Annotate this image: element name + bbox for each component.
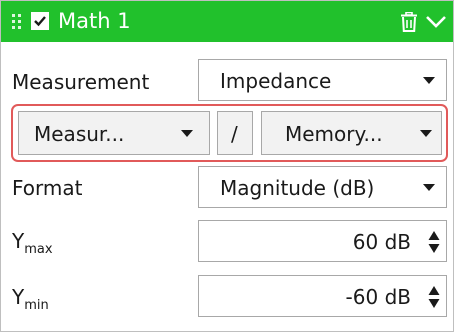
measurement-dropdown[interactable]: Impedance bbox=[198, 59, 447, 101]
operator-box: / bbox=[217, 111, 253, 155]
denominator-value: Memory... bbox=[285, 122, 383, 146]
denominator-dropdown[interactable]: Memory... bbox=[261, 111, 442, 155]
ymin-input[interactable]: -60 dB bbox=[198, 275, 447, 317]
numerator-dropdown[interactable]: Measur... bbox=[18, 111, 210, 155]
measurement-label: Measurement bbox=[12, 70, 150, 94]
format-label: Format bbox=[12, 176, 83, 200]
trash-icon[interactable] bbox=[400, 11, 418, 32]
panel-header: Math 1 bbox=[1, 1, 453, 42]
chevron-down-icon bbox=[181, 130, 193, 137]
format-dropdown[interactable]: Magnitude (dB) bbox=[198, 166, 447, 208]
ymax-label: Ymax bbox=[12, 229, 53, 257]
chevron-down-icon bbox=[423, 184, 435, 191]
math-panel: Math 1 Measurement Impedance Measur... / bbox=[0, 0, 454, 332]
format-value: Magnitude (dB) bbox=[220, 176, 375, 200]
chevron-down-icon[interactable] bbox=[425, 14, 447, 30]
measurement-value: Impedance bbox=[220, 69, 332, 93]
ymax-input[interactable]: 60 dB bbox=[198, 220, 447, 262]
ymax-value: 60 dB bbox=[352, 230, 411, 254]
operator-value: / bbox=[231, 122, 238, 146]
ymin-label: Ymin bbox=[12, 285, 49, 313]
spinner-icon[interactable] bbox=[428, 285, 440, 309]
panel-title: Math 1 bbox=[58, 9, 131, 33]
enable-checkbox[interactable] bbox=[31, 12, 49, 30]
chevron-down-icon bbox=[420, 130, 432, 137]
numerator-value: Measur... bbox=[34, 122, 125, 146]
spinner-icon[interactable] bbox=[428, 230, 440, 254]
ymin-value: -60 dB bbox=[345, 285, 411, 309]
drag-grip-icon[interactable] bbox=[12, 14, 22, 30]
checkmark-icon bbox=[34, 16, 46, 27]
chevron-down-icon bbox=[423, 77, 435, 84]
